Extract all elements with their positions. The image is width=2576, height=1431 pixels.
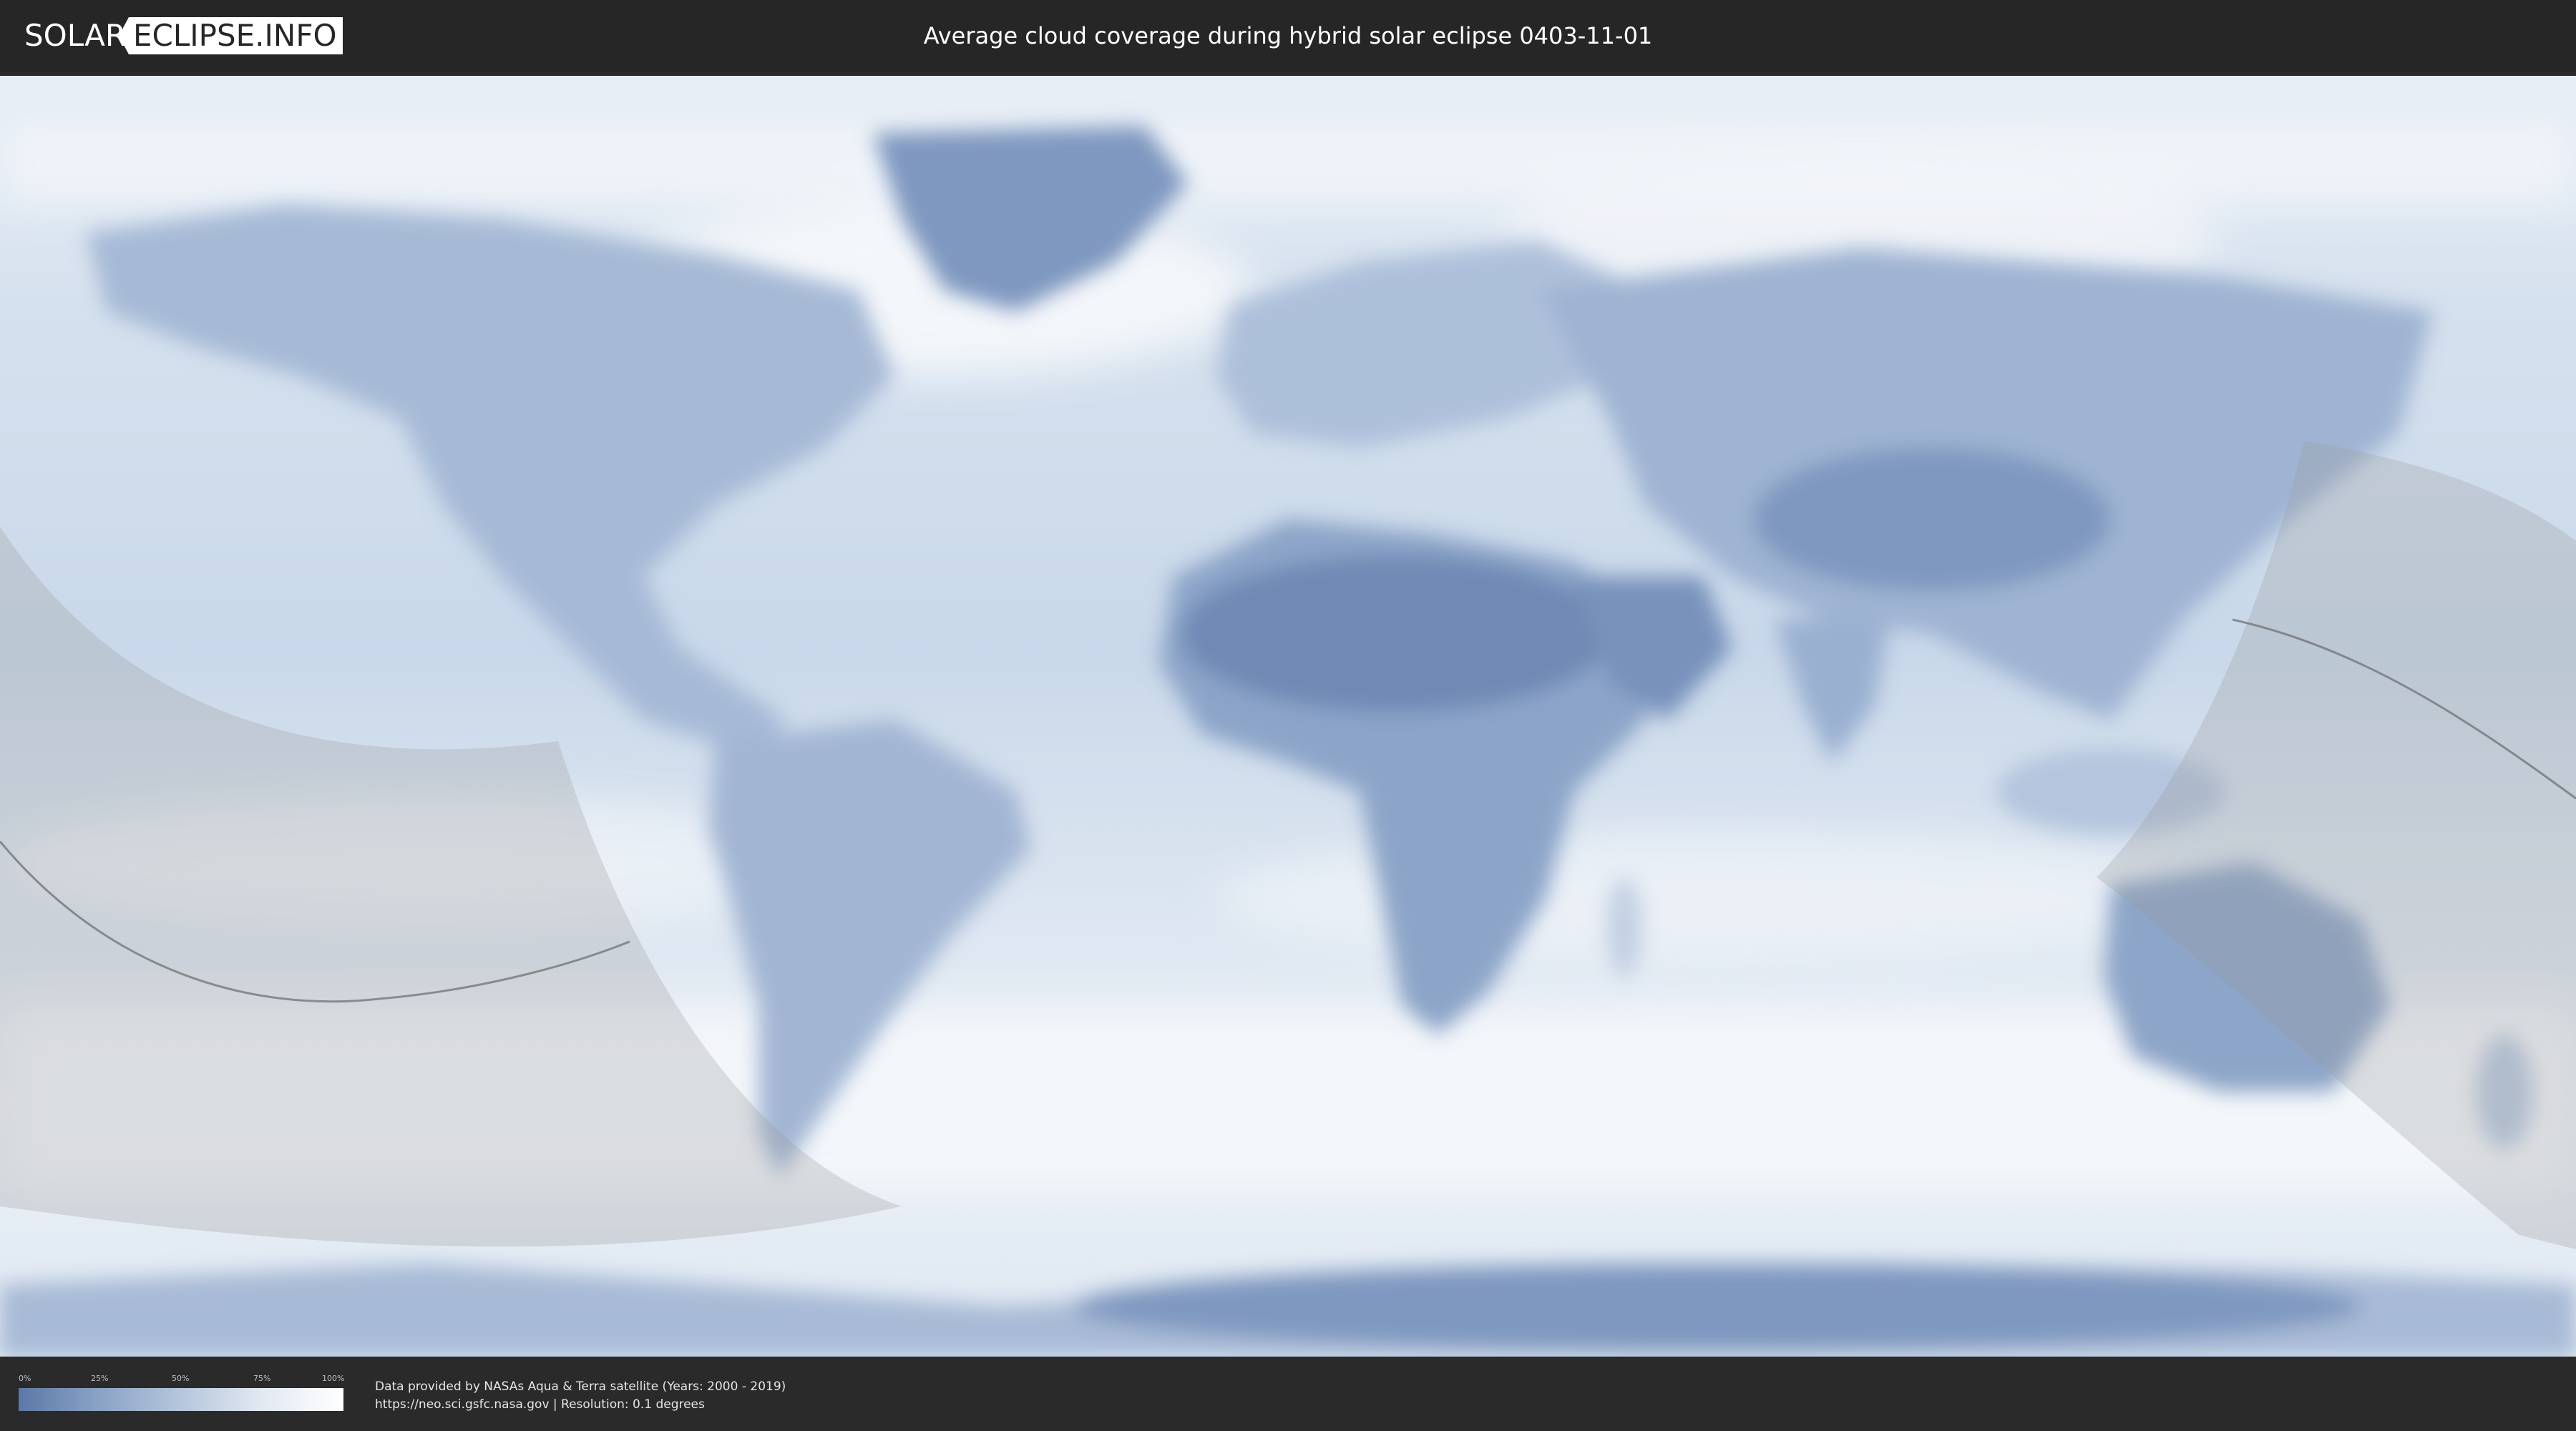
attribution-line-2: https://neo.sci.gsfc.nasa.gov | Resoluti… xyxy=(375,1397,705,1412)
legend-tick-0: 0% xyxy=(19,1374,31,1383)
cloud-coverage-legend: 0% 25% 50% 75% 100% xyxy=(19,1374,345,1411)
data-attribution: Data provided by NASAs Aqua & Terra sate… xyxy=(375,1378,786,1414)
legend-color-bar xyxy=(19,1388,343,1411)
legend-tick-50: 50% xyxy=(172,1374,190,1383)
madagascar xyxy=(1606,877,1642,977)
legend-tick-100: 100% xyxy=(322,1374,345,1383)
legend-tick-25: 25% xyxy=(91,1374,109,1383)
antarctica-interior xyxy=(1073,1264,2361,1349)
legend-tick-75: 75% xyxy=(253,1374,271,1383)
header-bar: SOLAR ECLIPSE.INFO Average cloud coverag… xyxy=(0,0,2576,72)
sahara-region xyxy=(1181,555,1610,713)
footer-bar: 0% 25% 50% 75% 100% Data provided by NAS… xyxy=(0,1357,2576,1431)
attribution-line-1: Data provided by NASAs Aqua & Terra sate… xyxy=(375,1379,786,1394)
cloud-coverage-map xyxy=(0,76,2576,1357)
page-title: Average cloud coverage during hybrid sol… xyxy=(923,22,1653,49)
central-asia-region xyxy=(1753,448,2111,591)
